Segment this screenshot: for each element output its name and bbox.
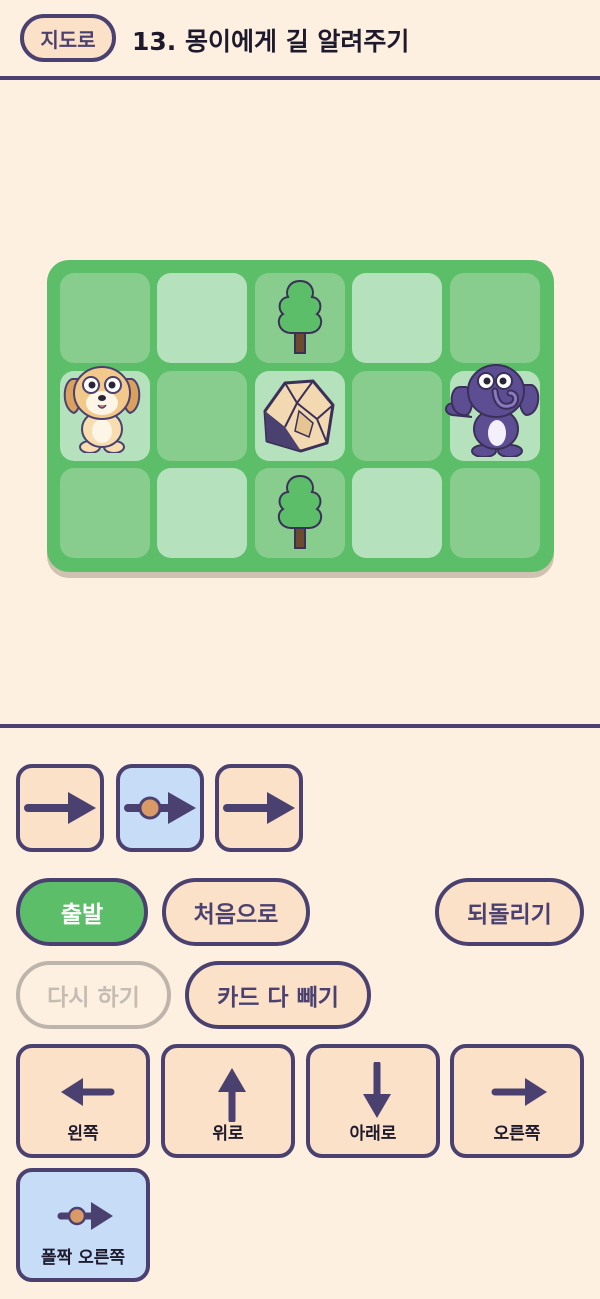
start-button[interactable]: 출발 <box>16 878 148 946</box>
program-card-2[interactable] <box>116 764 204 852</box>
reset-button[interactable]: 처음으로 <box>162 878 310 946</box>
right-arrow-icon <box>223 792 295 824</box>
board-cell <box>450 468 540 558</box>
right-arrow-icon <box>491 1078 547 1106</box>
board-cell-tree <box>255 273 345 363</box>
right-button-label: 오른쪽 <box>493 1124 541 1144</box>
right-arrow-icon <box>24 792 96 824</box>
elephant-character-icon <box>445 364 540 457</box>
page-title: 13. 몽이에게 길 알려주기 <box>132 27 410 56</box>
game-board <box>47 260 554 572</box>
board-cell <box>60 468 150 558</box>
down-arrow-icon <box>363 1062 391 1118</box>
retry-button[interactable]: 다시 하기 <box>16 961 171 1029</box>
hop-right-button[interactable]: 폴짝 오른쪽 <box>16 1168 150 1282</box>
down-button-label: 아래로 <box>349 1124 397 1144</box>
tree-icon <box>277 279 323 354</box>
dog-character-icon <box>63 366 141 453</box>
map-button[interactable]: 지도로 <box>20 14 116 62</box>
board-cell <box>157 468 247 558</box>
board-cell-dog <box>60 366 150 461</box>
down-button[interactable]: 아래로 <box>306 1044 440 1158</box>
board-cell-tree <box>255 468 345 558</box>
up-arrow-icon <box>218 1068 246 1122</box>
board-cell <box>450 273 540 363</box>
tree-icon <box>277 474 323 549</box>
board-cell <box>60 273 150 363</box>
undo-button[interactable]: 되돌리기 <box>435 878 584 946</box>
hop-right-button-label: 폴짝 오른쪽 <box>40 1248 126 1268</box>
clear-cards-button[interactable]: 카드 다 빼기 <box>185 961 371 1029</box>
left-button[interactable]: 왼쪽 <box>16 1044 150 1158</box>
board-cell <box>352 273 442 363</box>
hop-right-arrow-icon <box>124 792 196 824</box>
hop-right-arrow-icon <box>57 1202 113 1230</box>
header-bar: 지도로 13. 몽이에게 길 알려주기 <box>0 0 600 80</box>
board-cell <box>352 371 442 461</box>
left-button-label: 왼쪽 <box>67 1124 99 1144</box>
right-button[interactable]: 오른쪽 <box>450 1044 584 1158</box>
up-button-label: 위로 <box>212 1124 244 1144</box>
board-cell-elephant <box>445 364 540 461</box>
left-arrow-icon <box>61 1078 115 1106</box>
board-cell <box>157 371 247 461</box>
board-cell <box>157 273 247 363</box>
up-button[interactable]: 위로 <box>161 1044 295 1158</box>
rock-icon <box>263 379 335 453</box>
program-card-3[interactable] <box>215 764 303 852</box>
panel-divider <box>0 724 600 728</box>
board-cell <box>352 468 442 558</box>
board-cell-rock <box>255 371 345 461</box>
program-card-1[interactable] <box>16 764 104 852</box>
